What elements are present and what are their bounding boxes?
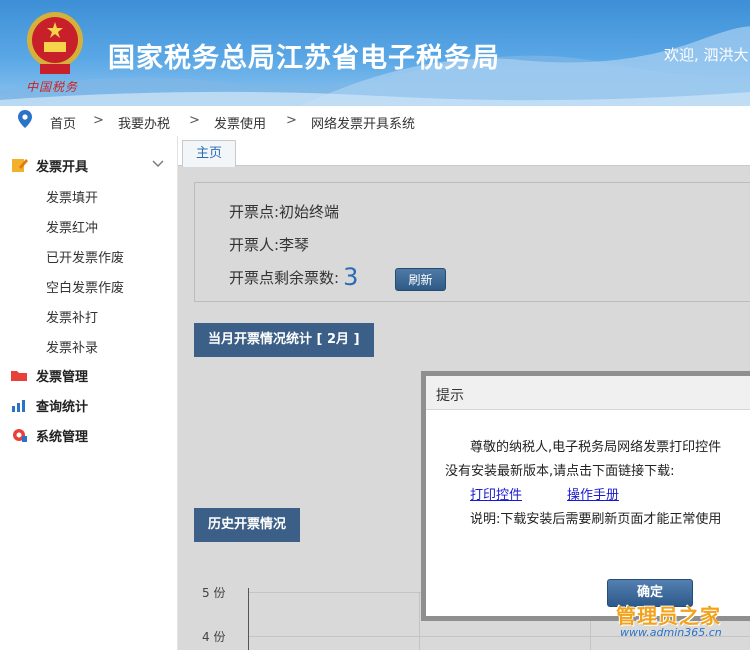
site-header: 中国税务 国家税务总局江苏省电子税务局 欢迎, 泗洪大 — [0, 0, 750, 106]
location-pin-icon — [18, 110, 32, 128]
tax-emblem-icon — [27, 12, 83, 74]
sidebar-group-invoice-issue[interactable]: 发票开具 — [0, 150, 178, 180]
folder-icon — [11, 371, 27, 381]
breadcrumb-invoice-use[interactable]: 发票使用 — [214, 113, 266, 132]
sidebar-item-invoice-fill[interactable]: 发票填开 — [46, 187, 98, 206]
chart-icon — [12, 400, 25, 412]
sidebar-group-label: 系统管理 — [36, 429, 89, 445]
sidebar-item-void-blank[interactable]: 空白发票作废 — [46, 277, 124, 296]
breadcrumb-invoice-system[interactable]: 网络发票开具系统 — [311, 113, 415, 132]
info-panel: 开票点:初始终端 开票人:李琴 开票点剩余票数: 3 刷新 — [194, 182, 750, 302]
dialog-message-line2: 没有安装最新版本,请点击下面链接下载: — [445, 464, 675, 479]
invoice-person-label: 开票人:李琴 — [229, 236, 310, 254]
sidebar-group-invoice-manage[interactable]: 发票管理 — [0, 360, 178, 390]
sidebar: 发票开具 发票填开 发票红冲 已开发票作废 空白发票作废 发票补打 发票补录 发… — [0, 136, 178, 650]
dialog-note: 说明:下载安装后需要刷新页面才能正常使用 — [470, 512, 722, 527]
breadcrumb: 首页 > 我要办税 > 发票使用 > 网络发票开具系统 — [0, 106, 750, 136]
welcome-text: 欢迎, 泗洪大 — [664, 46, 749, 64]
sidebar-item-void-issued[interactable]: 已开发票作废 — [46, 247, 124, 266]
notice-dialog: 提示 尊敬的纳税人,电子税务局网络发票打印控件 没有安装最新版本,请点击下面链接… — [421, 371, 750, 621]
download-plugin-link[interactable]: 打印控件 — [470, 484, 522, 503]
invoice-point-label: 开票点:初始终端 — [229, 203, 340, 221]
y-tick-label: 5 份 — [202, 586, 226, 600]
history-stats-button[interactable]: 历史开票情况 — [194, 508, 301, 542]
remaining-count-row: 开票点剩余票数: 3 — [229, 263, 358, 291]
sidebar-group-label: 发票开具 — [36, 159, 89, 175]
sidebar-group-query-stats[interactable]: 查询统计 — [0, 390, 178, 420]
sidebar-group-label: 查询统计 — [36, 399, 89, 415]
breadcrumb-separator: > — [286, 113, 297, 128]
site-watermark: 管理员之家 www.admin365.cn — [612, 600, 750, 648]
remaining-label: 开票点剩余票数: — [229, 269, 340, 287]
sidebar-group-system-manage[interactable]: 系统管理 — [0, 420, 178, 450]
y-tick-label: 4 份 — [202, 630, 226, 644]
breadcrumb-home[interactable]: 首页 — [50, 113, 76, 132]
refresh-button[interactable]: 刷新 — [395, 268, 446, 291]
watermark-url: www.admin365.cn — [620, 626, 722, 639]
dialog-title: 提示 — [436, 388, 464, 404]
site-title: 国家税务总局江苏省电子税务局 — [108, 43, 500, 74]
sidebar-group-label: 发票管理 — [36, 369, 89, 385]
remaining-count: 3 — [343, 263, 359, 291]
dialog-title-bar: 提示 — [426, 376, 750, 410]
download-manual-link[interactable]: 操作手册 — [567, 484, 619, 503]
monthly-stats-button[interactable]: 当月开票情况统计 [ 2月 ] — [194, 323, 374, 357]
chevron-down-icon[interactable] — [152, 158, 164, 170]
edit-icon — [12, 159, 28, 172]
sidebar-item-reprint[interactable]: 发票补打 — [46, 307, 98, 326]
tab-home[interactable]: 主页 — [182, 140, 236, 167]
breadcrumb-tax-handling[interactable]: 我要办税 — [118, 113, 170, 132]
sidebar-item-invoice-red[interactable]: 发票红冲 — [46, 217, 98, 236]
y-axis — [248, 588, 249, 650]
grid-line — [419, 592, 420, 650]
gear-icon — [13, 429, 27, 442]
breadcrumb-separator: > — [93, 113, 104, 128]
sidebar-item-supplement[interactable]: 发票补录 — [46, 337, 98, 356]
watermark-text: 管理员之家 — [616, 604, 721, 628]
emblem-caption: 中国税务 — [26, 80, 79, 94]
breadcrumb-separator: > — [189, 113, 200, 128]
tab-bar: 主页 — [178, 136, 750, 167]
dialog-message-line1: 尊敬的纳税人,电子税务局网络发票打印控件 — [470, 440, 722, 455]
